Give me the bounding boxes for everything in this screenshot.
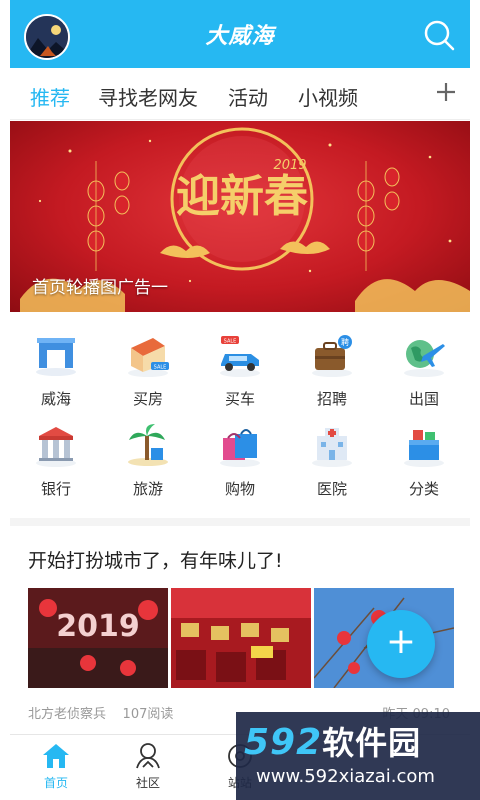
article-meta-left: 北方老侦察兵 107阅读	[28, 703, 173, 722]
category-label: 购物	[224, 480, 255, 498]
article-title[interactable]: 开始打扮城市了，有年味儿了!	[28, 546, 283, 573]
site-watermark: 592软件园 www.592xiazai.com	[236, 712, 480, 800]
compose-fab-button[interactable]: +	[367, 610, 435, 678]
category-label: 招聘	[316, 390, 347, 408]
category-buy-car[interactable]: SALE 买车	[194, 320, 286, 410]
category-label: 旅游	[132, 480, 163, 498]
section-divider	[10, 518, 470, 526]
category-hospital[interactable]: 医院	[286, 410, 378, 500]
watermark-brand-digits: 592	[244, 722, 323, 763]
category-buy-house[interactable]: SALE 买房	[102, 320, 194, 410]
category-shopping[interactable]: 购物	[194, 410, 286, 500]
arch-icon	[36, 338, 76, 376]
watermark-brand: 592软件园	[244, 718, 421, 764]
tab-recommend[interactable]: 推荐	[30, 82, 70, 111]
tab-short-videos[interactable]: 小视频	[298, 82, 358, 111]
shopping-bag-icon	[220, 429, 260, 467]
bank-icon	[36, 427, 76, 467]
category-label: 分类	[408, 480, 439, 498]
article-author: 北方老侦察兵	[28, 707, 107, 722]
category-weihai[interactable]: 威海	[10, 320, 102, 410]
app-logo-title: 大威海	[205, 24, 275, 49]
category-more[interactable]: 分类	[378, 410, 470, 500]
hospital-icon	[312, 428, 352, 467]
search-icon[interactable]	[422, 18, 456, 52]
house-sale-icon: SALE	[128, 338, 169, 377]
palm-tree-icon	[128, 424, 168, 466]
nav-label: 社区	[135, 776, 160, 790]
category-label: 医院	[316, 480, 347, 498]
tab-find-old-friends[interactable]: 寻找老网友	[98, 82, 198, 111]
add-tab-icon[interactable]	[434, 80, 458, 104]
category-label: 出国	[408, 390, 439, 408]
nav-label: 首页	[43, 776, 68, 790]
category-label: 威海	[40, 390, 71, 408]
category-label: 买房	[132, 390, 163, 408]
app-header: 大威海	[10, 0, 470, 68]
home-icon	[43, 744, 69, 768]
category-jobs[interactable]: 聘 招聘	[286, 320, 378, 410]
nav-community[interactable]: 社区	[118, 741, 178, 791]
boxes-icon	[404, 430, 444, 467]
category-label: 银行	[40, 480, 71, 498]
svg-text:SALE: SALE	[224, 339, 237, 345]
banner-caption: 首页轮播图广告一	[32, 278, 168, 298]
article-thumbnail-1[interactable]: 2019	[28, 588, 168, 688]
community-icon	[136, 743, 160, 769]
carousel-banner[interactable]: 迎新春 2019 首页轮播图广告一	[10, 121, 470, 312]
svg-text:SALE: SALE	[154, 365, 167, 371]
category-label: 买车	[224, 390, 255, 408]
tab-activities[interactable]: 活动	[228, 82, 268, 111]
svg-text:聘: 聘	[341, 337, 349, 347]
svg-text:2019: 2019	[56, 609, 140, 644]
nav-home[interactable]: 首页	[26, 741, 86, 791]
car-sale-icon: SALE	[220, 336, 260, 377]
category-abroad[interactable]: 出国	[378, 320, 470, 410]
category-travel[interactable]: 旅游	[102, 410, 194, 500]
watermark-url: www.592xiazai.com	[256, 766, 435, 787]
banner-year: 2019	[273, 158, 306, 173]
article-read-count: 107阅读	[122, 707, 174, 722]
watermark-brand-text: 软件园	[322, 724, 422, 762]
category-bank[interactable]: 银行	[10, 410, 102, 500]
channel-tabs: 推荐 寻找老网友 活动 小视频	[10, 68, 470, 120]
banner-art-text: 迎新春	[176, 171, 308, 222]
article-thumbnail-2[interactable]	[171, 588, 311, 688]
briefcase-icon: 聘	[312, 335, 352, 377]
plane-globe-icon	[404, 340, 445, 377]
